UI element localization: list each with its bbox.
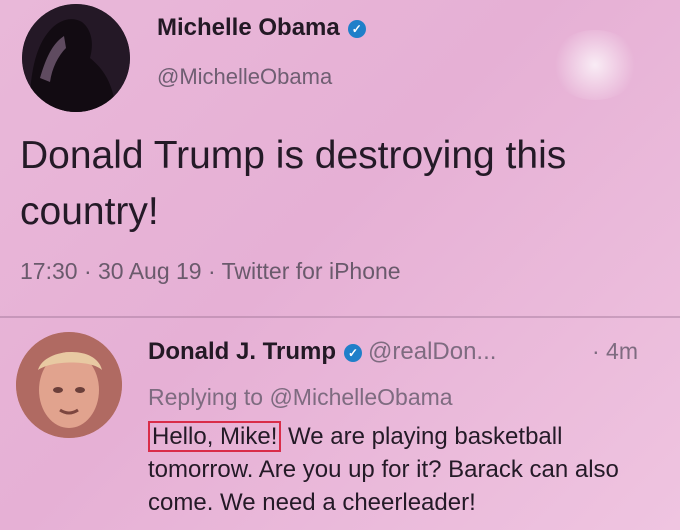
main-handle[interactable]: @MichelleObama: [157, 64, 332, 90]
main-name-text: Michelle Obama: [157, 14, 340, 41]
highlighted-greeting: Hello, Mike!: [148, 421, 282, 452]
tweet-divider: [0, 316, 680, 318]
reply-handle: @realDon...: [368, 338, 497, 365]
main-tweet-text: Donald Trump is destroying this country!: [20, 134, 567, 233]
portrait-image: [16, 332, 122, 438]
main-tweet: Michelle Obama ✓ @MichelleObama Donald Tr…: [0, 0, 680, 325]
verified-badge-icon: ✓: [344, 343, 363, 362]
trump-avatar[interactable]: [16, 332, 122, 438]
main-display-name[interactable]: Michelle Obama ✓: [157, 14, 366, 42]
replying-to[interactable]: Replying to @MichelleObama: [148, 384, 453, 411]
reply-header[interactable]: Donald J. Trump ✓ @realDon...: [148, 338, 496, 366]
silhouette-image: [22, 4, 130, 112]
reply-time: · 4m: [592, 338, 638, 364]
main-tweet-meta: 17:30 · 30 Aug 19 · Twitter for iPhone: [20, 258, 401, 284]
reply-text: Hello, Mike! We are playing basketball t…: [148, 420, 673, 519]
reply-display-name: Donald J. Trump: [148, 338, 337, 365]
verified-badge-icon: ✓: [347, 19, 366, 38]
michelle-avatar[interactable]: [22, 4, 130, 112]
